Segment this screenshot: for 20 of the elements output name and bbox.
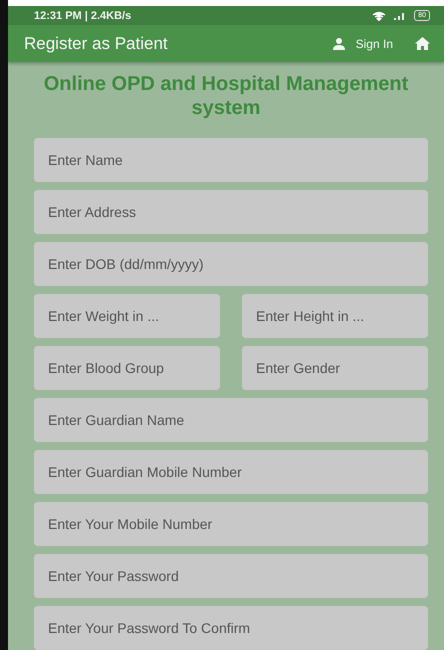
- input-field[interactable]: Enter Your Password: [34, 554, 428, 598]
- input-field[interactable]: Enter DOB (dd/mm/yyyy): [34, 242, 428, 286]
- person-icon: [332, 38, 346, 50]
- input-field[interactable]: Enter Name: [34, 138, 428, 182]
- input-field[interactable]: Enter Your Mobile Number: [34, 502, 428, 546]
- input-field[interactable]: Enter Weight in ...: [34, 294, 220, 338]
- input-field[interactable]: Enter Address: [34, 190, 428, 234]
- wifi-icon: [372, 10, 386, 21]
- home-button[interactable]: [415, 37, 430, 50]
- app-title: Register as Patient: [24, 34, 169, 54]
- sign-in-button[interactable]: Sign In: [332, 36, 393, 51]
- input-field[interactable]: Enter Your Password To Confirm: [34, 606, 428, 650]
- status-time: 12:31 PM | 2.4KB/s: [34, 10, 132, 22]
- input-field[interactable]: Enter Gender: [242, 346, 428, 390]
- home-icon: [415, 37, 430, 50]
- input-field[interactable]: Enter Height in ...: [242, 294, 428, 338]
- input-field[interactable]: Enter Blood Group: [34, 346, 220, 390]
- input-field[interactable]: Enter Guardian Mobile Number: [34, 450, 428, 494]
- input-field[interactable]: Enter Guardian Name: [34, 398, 428, 442]
- page-heading: Online OPD and Hospital Management system: [42, 72, 410, 120]
